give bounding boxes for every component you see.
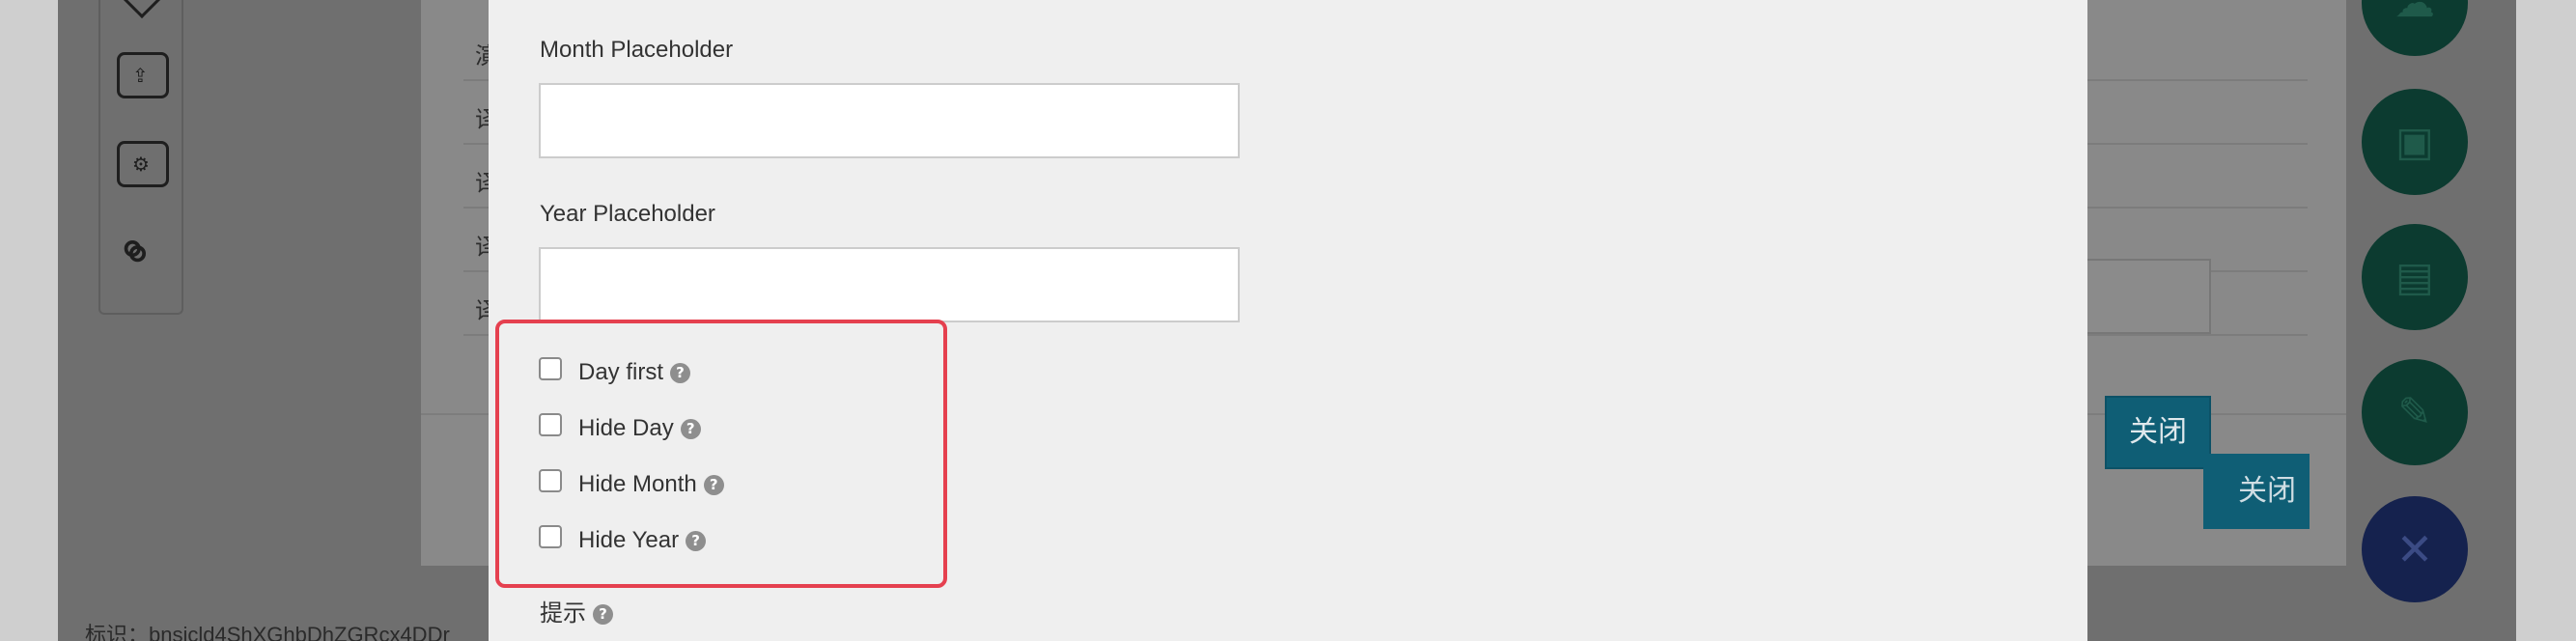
link-icon[interactable]: ⚭ [100,218,169,287]
help-icon[interactable]: ? [670,363,691,383]
month-placeholder-label: Month Placeholder [540,37,734,63]
hide-day-checkbox[interactable] [539,413,562,436]
help-icon[interactable]: ? [593,604,613,625]
close-button-secondary[interactable]: 关闭 [2203,454,2310,529]
day-first-checkbox[interactable] [539,357,562,380]
upload-button[interactable]: ⇪ [117,52,169,98]
option-label: Hide Year [578,527,680,553]
identifier-text: 标识：bnsicld4ShXGhbDhZGRcx4DDr [85,623,450,641]
background-input[interactable] [2066,259,2211,334]
hint-text: 提示 [540,600,586,627]
save-fab-button[interactable]: ▣ [2362,89,2468,195]
clipboard-icon: ▤ [2395,253,2434,300]
chevron-down-icon[interactable] [118,0,166,19]
help-icon[interactable]: ? [703,475,724,495]
edit-icon: ✎ [2397,388,2432,435]
edit-fab-button[interactable]: ✎ [2362,359,2468,465]
day-first-label: Day first? [578,359,691,386]
clipboard-fab-button[interactable]: ▤ [2362,224,2468,330]
hint-label: 提示? [540,594,613,627]
option-label: Hide Day [578,415,674,441]
save-icon: ▣ [2395,118,2434,165]
close-button[interactable]: 关闭 [2105,396,2211,469]
cloud-upload-icon: ☁ [2394,0,2435,26]
cloud-upload-button[interactable]: ☁ [2362,0,2468,56]
settings-icon: ⚙ [132,153,150,176]
page-frame-right [2516,0,2576,641]
hide-month-checkbox[interactable] [539,469,562,492]
year-placeholder-label: Year Placeholder [540,201,715,227]
editor-toolbar: ⇪ ⚙ ⚭ [98,0,183,315]
option-label: Hide Month [578,471,697,497]
close-icon: ✕ [2395,523,2434,575]
option-label: Day first [578,359,664,385]
month-placeholder-input[interactable] [539,83,1240,158]
hide-day-label: Hide Day? [578,415,701,442]
help-icon[interactable]: ? [680,419,701,439]
hide-year-label: Hide Year? [578,527,707,554]
hide-year-checkbox[interactable] [539,525,562,548]
page-frame-left [0,0,58,641]
upload-icon: ⇪ [132,64,149,87]
hide-month-label: Hide Month? [578,471,724,498]
help-icon[interactable]: ? [686,531,707,551]
close-fab-button[interactable]: ✕ [2362,496,2468,602]
settings-button[interactable]: ⚙ [117,141,169,187]
year-placeholder-input[interactable] [539,247,1240,322]
highlight-box [495,320,947,588]
